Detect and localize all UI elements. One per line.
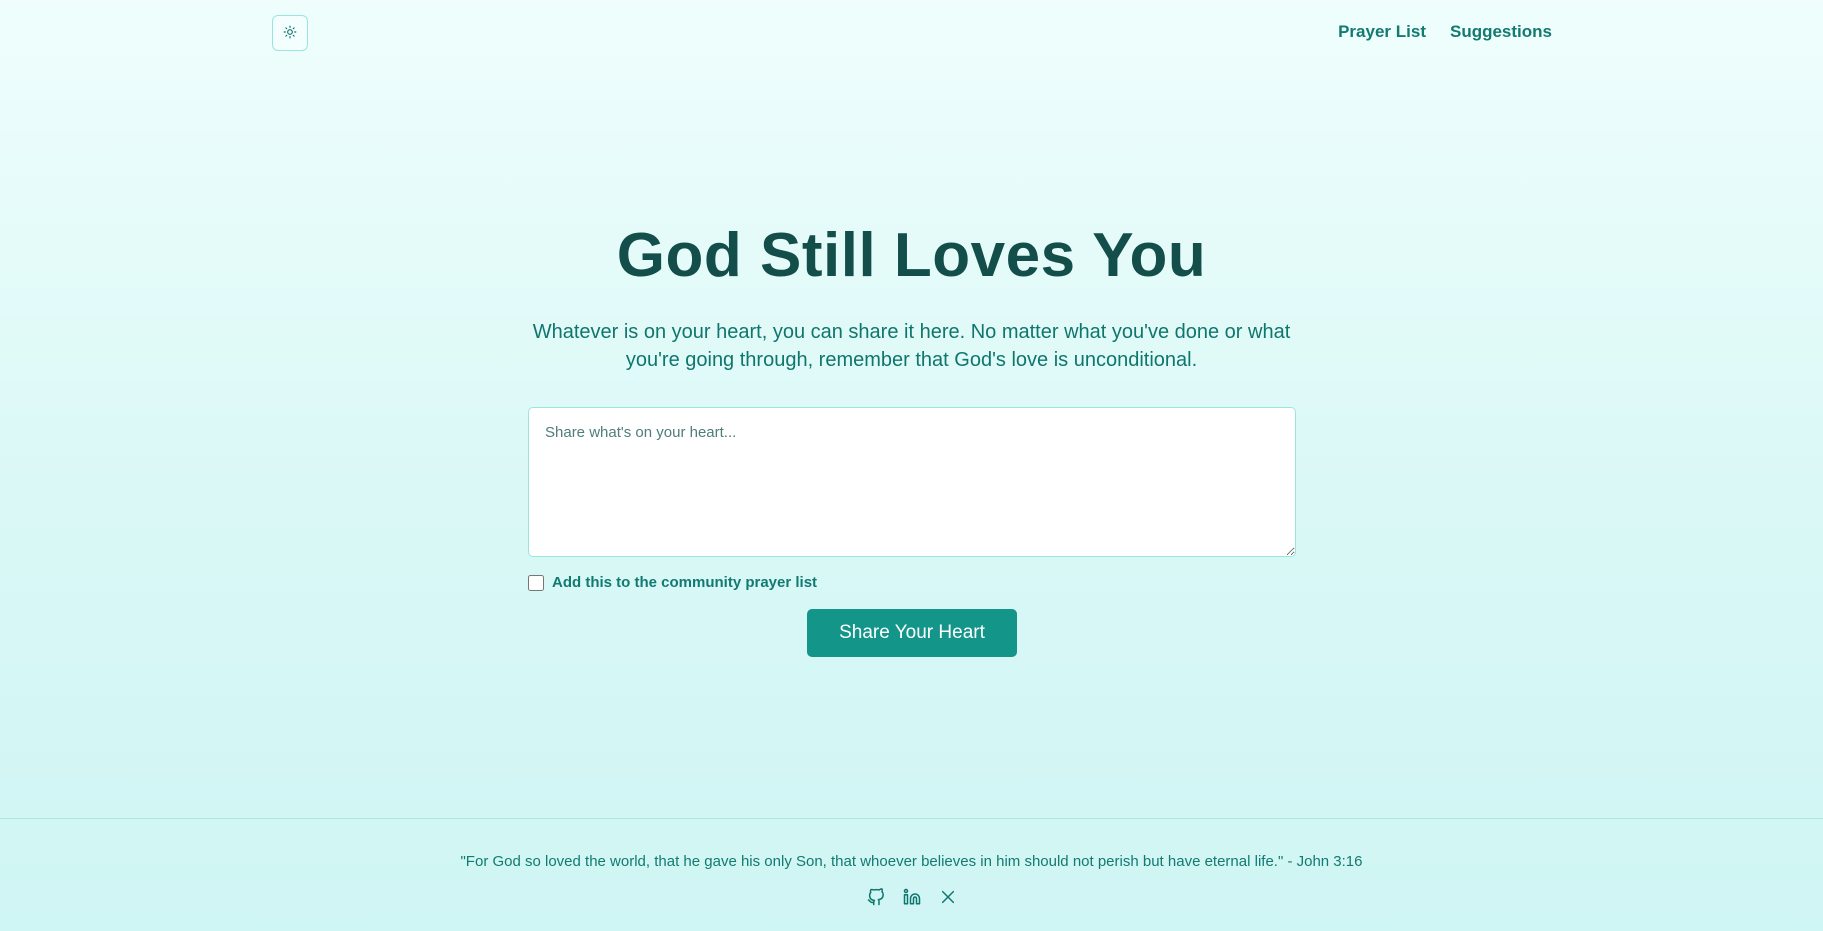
page-title: God Still Loves You <box>616 221 1207 290</box>
theme-toggle-button[interactable] <box>272 15 308 51</box>
community-prayer-checkbox[interactable] <box>528 574 544 591</box>
community-prayer-checkbox-label[interactable]: Add this to the community prayer list <box>552 574 817 591</box>
github-icon[interactable] <box>866 887 886 907</box>
community-checkbox-row: Add this to the community prayer list <box>528 574 817 591</box>
x-icon[interactable] <box>938 887 958 907</box>
top-nav: Prayer List Suggestions <box>1338 22 1552 42</box>
nav-link-suggestions[interactable]: Suggestions <box>1450 22 1552 42</box>
footer: "For God so loved the world, that he gav… <box>0 818 1823 931</box>
nav-link-prayer-list[interactable]: Prayer List <box>1338 22 1426 42</box>
share-your-heart-button[interactable]: Share Your Heart <box>807 609 1017 657</box>
page-subtitle: Whatever is on your heart, you can share… <box>532 321 1291 371</box>
message-field-wrapper <box>528 407 1296 557</box>
linkedin-icon[interactable] <box>902 887 922 907</box>
footer-verse: "For God so loved the world, that he gav… <box>460 853 1363 870</box>
sun-icon <box>283 25 297 42</box>
heart-message-textarea[interactable] <box>528 407 1296 557</box>
social-links <box>0 887 1823 907</box>
